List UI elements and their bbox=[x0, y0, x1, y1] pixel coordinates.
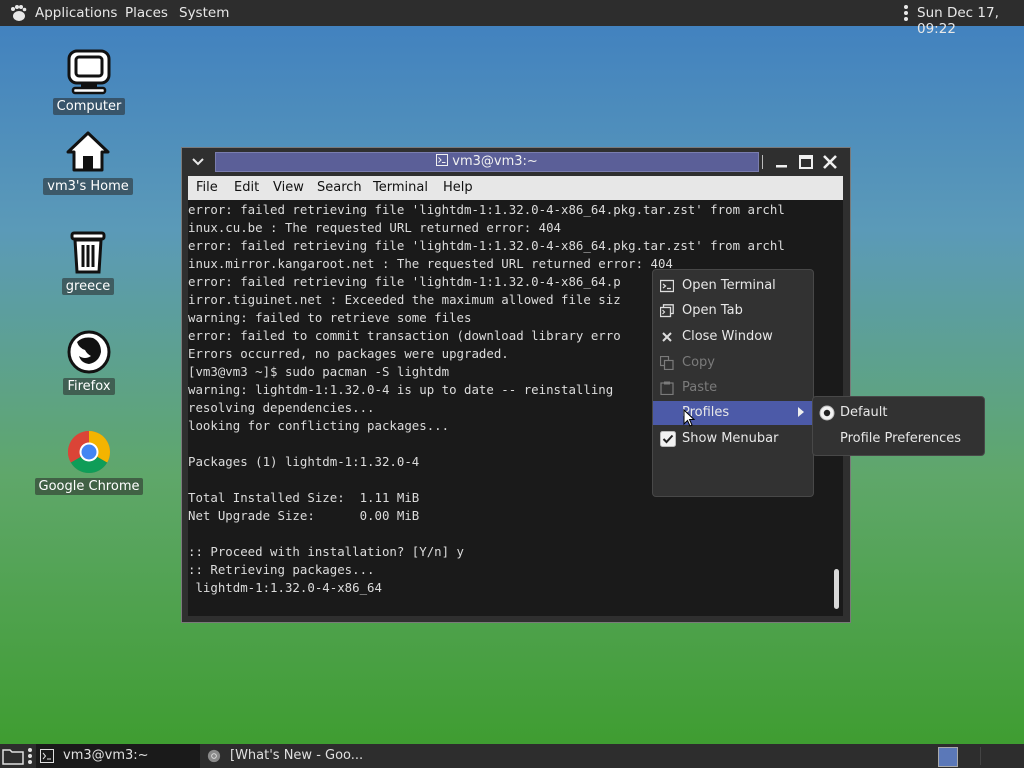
computer-icon bbox=[67, 49, 111, 95]
clock[interactable]: Sun Dec 17, 09:22 bbox=[917, 5, 1024, 37]
terminal-context-menu: Open Terminal Open Tab Close Window Copy… bbox=[652, 269, 814, 497]
menu-item-label: Paste bbox=[682, 380, 718, 395]
firefox-icon bbox=[67, 330, 111, 374]
menu-item-show-menubar[interactable]: Show Menubar bbox=[653, 427, 813, 451]
trash-icon bbox=[70, 231, 106, 274]
terminal-line: :: Proceed with installation? [Y/n] y bbox=[188, 544, 465, 559]
menu-item-label: Close Window bbox=[682, 329, 773, 344]
menu-item-label: Copy bbox=[682, 355, 715, 370]
close-icon bbox=[662, 332, 672, 342]
menu-terminal[interactable]: Terminal bbox=[373, 180, 428, 195]
terminal-line: Net Upgrade Size: 0.00 MiB bbox=[188, 508, 420, 523]
chrome-icon bbox=[67, 431, 111, 474]
mouse-cursor-icon bbox=[683, 409, 695, 427]
taskbar-item-label: vm3@vm3:~ bbox=[63, 748, 149, 763]
menu-item-copy[interactable]: Copy bbox=[653, 351, 813, 375]
terminal-line: inux.mirror.kangaroot.net : The requeste… bbox=[188, 256, 673, 271]
submenu-item-default[interactable]: Default bbox=[813, 401, 984, 425]
checkbox-checked-icon bbox=[660, 431, 676, 447]
taskbar-item-label: [What's New - Goo... bbox=[230, 748, 364, 763]
terminal-icon bbox=[436, 154, 449, 166]
desktop-icon-home[interactable]: vm3's Home bbox=[33, 128, 143, 195]
gnome-foot-icon[interactable] bbox=[8, 3, 28, 23]
menu-item-close-window[interactable]: Close Window bbox=[653, 325, 813, 349]
chrome-icon bbox=[207, 749, 221, 763]
menu-item-label: Open Tab bbox=[682, 303, 743, 318]
terminal-line: error: failed retrieving file 'lightdm-1… bbox=[188, 238, 785, 253]
taskbar-item-chrome[interactable]: [What's New - Goo... bbox=[203, 744, 403, 768]
system-menu[interactable]: System bbox=[179, 5, 229, 21]
terminal-line: :: Retrieving packages... bbox=[188, 562, 375, 577]
tab-icon bbox=[660, 304, 674, 318]
maximize-icon[interactable] bbox=[796, 152, 816, 172]
terminal-icon bbox=[40, 749, 54, 763]
terminal-menubar: File Edit View Search Terminal Help bbox=[188, 176, 843, 200]
bottom-taskbar: vm3@vm3:~ [What's New - Goo... bbox=[0, 744, 1024, 768]
title-separator bbox=[762, 155, 763, 169]
desktop-icon-label: Google Chrome bbox=[34, 478, 144, 495]
terminal-line: Total Installed Size: 1.11 MiB bbox=[188, 490, 420, 505]
profiles-submenu: Default Profile Preferences bbox=[812, 396, 985, 456]
desktop-icon-label: vm3's Home bbox=[43, 178, 133, 195]
places-menu[interactable]: Places bbox=[125, 5, 168, 21]
title-bar[interactable]: vm3@vm3:~ bbox=[182, 148, 850, 175]
submenu-item-profile-preferences[interactable]: Profile Preferences bbox=[813, 427, 984, 451]
menu-search[interactable]: Search bbox=[317, 180, 362, 195]
taskbar-handle-icon[interactable] bbox=[28, 748, 32, 764]
window-menu-chevron-icon[interactable] bbox=[190, 154, 206, 170]
terminal-line: looking for conflicting packages... bbox=[188, 418, 450, 433]
menu-item-open-tab[interactable]: Open Tab bbox=[653, 299, 813, 323]
workspace-switcher-empty[interactable] bbox=[980, 747, 1021, 765]
menu-item-open-terminal[interactable]: Open Terminal bbox=[653, 274, 813, 298]
submenu-item-label: Default bbox=[840, 405, 888, 420]
top-panel: Applications Places System Sun Dec 17, 0… bbox=[0, 0, 1024, 37]
terminal-line: warning: failed to retrieve some files bbox=[188, 310, 472, 325]
menu-item-label: Open Terminal bbox=[682, 278, 776, 293]
window-title-text: vm3@vm3:~ bbox=[452, 154, 538, 169]
close-icon[interactable] bbox=[820, 152, 840, 172]
terminal-line: Packages (1) lightdm-1:1.32.0-4 bbox=[188, 454, 420, 469]
terminal-icon bbox=[660, 279, 674, 293]
terminal-line: lightdm-1:1.32.0-4-x86_64 bbox=[188, 580, 382, 595]
menu-item-paste[interactable]: Paste bbox=[653, 376, 813, 400]
submenu-arrow-icon bbox=[798, 407, 804, 417]
desktop-icon-label: greece bbox=[61, 278, 115, 295]
copy-icon bbox=[660, 356, 674, 370]
terminal-line: resolving dependencies... bbox=[188, 400, 375, 415]
terminal-line: irror.tiguinet.net : Exceeded the maximu… bbox=[188, 292, 621, 307]
taskbar-item-terminal[interactable]: vm3@vm3:~ bbox=[36, 744, 200, 768]
show-desktop-icon[interactable] bbox=[2, 747, 24, 765]
terminal-line: inux.cu.be : The requested URL returned … bbox=[188, 220, 561, 235]
menu-item-label: Show Menubar bbox=[682, 431, 779, 446]
desktop-icon-trash[interactable]: greece bbox=[33, 228, 143, 295]
desktop-icon-firefox[interactable]: Firefox bbox=[34, 328, 144, 395]
desktop-icon-chrome[interactable]: Google Chrome bbox=[34, 428, 144, 495]
indicator-menu-icon[interactable] bbox=[903, 5, 909, 21]
minimize-icon[interactable] bbox=[772, 152, 792, 172]
paste-icon bbox=[660, 381, 674, 395]
radio-selected-icon bbox=[819, 405, 835, 421]
desktop-icon-label: Computer bbox=[52, 98, 126, 115]
menu-edit[interactable]: Edit bbox=[234, 180, 259, 195]
menu-file[interactable]: File bbox=[196, 180, 218, 195]
home-icon bbox=[66, 131, 110, 172]
applications-menu[interactable]: Applications bbox=[35, 5, 117, 21]
terminal-line: error: failed retrieving file 'lightdm-1… bbox=[188, 202, 785, 217]
terminal-line: Errors occurred, no packages were upgrad… bbox=[188, 346, 509, 361]
menu-item-profiles[interactable]: Profiles bbox=[653, 401, 813, 425]
terminal-line: error: failed to commit transaction (dow… bbox=[188, 328, 621, 343]
menu-view[interactable]: View bbox=[273, 180, 304, 195]
terminal-line: warning: lightdm-1:1.32.0-4 is up to dat… bbox=[188, 382, 614, 397]
title-bar-active[interactable]: vm3@vm3:~ bbox=[215, 152, 759, 172]
submenu-item-label: Profile Preferences bbox=[840, 431, 962, 446]
menu-help[interactable]: Help bbox=[443, 180, 473, 195]
scrollbar-thumb[interactable] bbox=[834, 569, 839, 609]
desktop-icon-computer[interactable]: Computer bbox=[34, 48, 144, 115]
window-title: vm3@vm3:~ bbox=[216, 154, 758, 169]
workspace-switcher[interactable] bbox=[938, 747, 958, 767]
desktop-icon-label: Firefox bbox=[63, 378, 115, 395]
terminal-line: [vm3@vm3 ~]$ sudo pacman -S lightdm bbox=[188, 364, 450, 379]
